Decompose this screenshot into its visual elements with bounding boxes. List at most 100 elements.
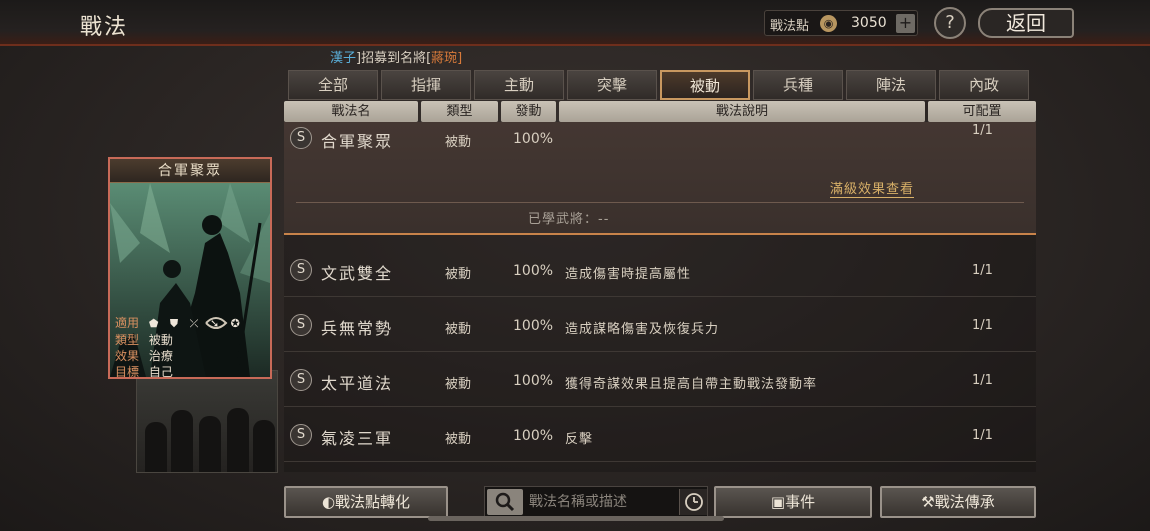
convert-points-button[interactable]: ◐戰法點轉化	[284, 486, 448, 518]
tactic-name: 太平道法	[321, 374, 394, 393]
tactic-rate: 100%	[513, 318, 554, 334]
soldier-silhouette	[171, 410, 193, 472]
card-target-row: 目標 自己	[115, 364, 244, 379]
tactic-row[interactable]: S 太平道法 被動 100% 獲得奇謀效果且提高自帶主動戰法發動率 1/1	[284, 355, 1036, 407]
event-icon: ▣	[770, 493, 786, 511]
tactic-type: 被動	[445, 135, 472, 150]
tactic-type: 被動	[445, 267, 472, 282]
tactic-slots: 1/1	[972, 123, 993, 138]
troop-type-icons: ⬟ ⛊ ⤫ ➘ ✪	[148, 317, 244, 330]
tab-domestic[interactable]: 內政	[939, 70, 1029, 100]
search-bar	[484, 486, 708, 518]
scroll-indicator[interactable]	[428, 516, 724, 521]
tactic-slots: 1/1	[972, 318, 993, 333]
clock-icon	[685, 493, 703, 511]
grade-badge: S	[290, 424, 312, 446]
grade-badge: S	[290, 369, 312, 391]
expanded-tactic-row[interactable]: S 合軍聚眾 被動 100% 1/1 滿級效果查看 已學武將：--	[284, 122, 1036, 235]
tactic-type: 被動	[445, 432, 472, 447]
back-button[interactable]: 返回	[978, 8, 1074, 38]
convert-label: 戰法點轉化	[335, 493, 411, 511]
tactic-description: 造成謀略傷害及恢復兵力	[565, 322, 720, 337]
tab-assault[interactable]: 突擊	[567, 70, 657, 100]
card-type-row: 類型 被動	[115, 332, 244, 348]
tactic-rate: 100%	[513, 131, 554, 147]
inherit-button[interactable]: ⚒戰法傳承	[880, 486, 1036, 518]
column-header-rate[interactable]: 發動	[501, 101, 556, 122]
type-label: 類型	[115, 333, 140, 347]
soldier-silhouette	[145, 422, 167, 472]
grade-badge: S	[290, 314, 312, 336]
background-card	[136, 370, 278, 473]
full-effect-link[interactable]: 滿級效果查看	[830, 178, 915, 198]
tactic-points-box: 戰法點 ◉ 3050 +	[764, 10, 918, 36]
announcement-text: ]招募到名將[	[356, 51, 432, 66]
page-title: 戰法	[80, 15, 129, 40]
grade-badge: S	[290, 127, 312, 149]
tactic-rate: 100%	[513, 373, 554, 389]
tactic-points-label: 戰法點	[770, 19, 810, 34]
learned-generals: 已學武將：--	[528, 212, 610, 227]
tactic-points-value: 3050	[851, 15, 887, 31]
tactic-rate: 100%	[513, 263, 554, 279]
tactic-name: 兵無常勢	[321, 319, 394, 338]
event-button[interactable]: ▣事件	[714, 486, 872, 518]
tactic-name: 合軍聚眾	[321, 132, 394, 151]
add-points-button[interactable]: +	[896, 14, 915, 33]
tactic-slots: 1/1	[972, 263, 993, 278]
tactic-row[interactable]: S 文武雙全 被動 100% 造成傷害時提高屬性 1/1	[284, 245, 1036, 297]
target-label: 目標	[115, 365, 140, 379]
announcement-player: 漢子	[330, 51, 357, 66]
soldier-silhouette	[227, 408, 249, 472]
column-header-type[interactable]: 類型	[421, 101, 498, 122]
tactic-name: 文武雙全	[321, 264, 394, 283]
tactic-name: 氣凌三軍	[321, 429, 394, 448]
tactics-list: S 合軍聚眾 被動 100% 1/1 滿級效果查看 已學武將：-- S 文武雙全…	[284, 122, 1036, 472]
tab-active[interactable]: 主動	[474, 70, 564, 100]
column-header-name[interactable]: 戰法名	[284, 101, 418, 122]
column-header-description: 戰法說明	[559, 101, 925, 122]
tab-all[interactable]: 全部	[288, 70, 378, 100]
tactic-row[interactable]: S 兵無常勢 被動 100% 造成謀略傷害及恢復兵力 1/1	[284, 300, 1036, 352]
announcement-ticker: 漢子]招募到名將[蔣琬]	[330, 47, 462, 66]
event-label: 事件	[785, 493, 816, 511]
tab-command[interactable]: 指揮	[381, 70, 471, 100]
tactic-slots: 1/1	[972, 428, 993, 443]
history-button[interactable]	[679, 489, 707, 515]
effect-label: 效果	[115, 349, 140, 363]
top-bar: 戰法 戰法點 ◉ 3050 + ? 返回	[0, 0, 1150, 46]
announcement-general: 蔣琬]	[431, 51, 463, 66]
soldier-silhouette	[253, 420, 275, 472]
tactic-type: 被動	[445, 322, 472, 337]
search-input[interactable]	[529, 491, 669, 513]
tactic-description: 造成傷害時提高屬性	[565, 267, 692, 282]
card-title: 合軍聚眾	[110, 159, 270, 183]
tactic-description: 獲得奇謀效果且提高自帶主動戰法發動率	[565, 377, 818, 392]
effect-value: 治療	[148, 349, 173, 363]
card-effect-row: 效果 治療	[115, 348, 244, 364]
tactic-description: 反擊	[565, 432, 594, 447]
tab-passive[interactable]: 被動	[660, 70, 750, 100]
tab-formation[interactable]: 陣法	[846, 70, 936, 100]
hammer-icon: ⚒	[921, 493, 935, 511]
tactic-card[interactable]: 合軍聚眾 適用 ⬟ ⛊ ⤫ ➘ ✪ 類型 被動 效果 治療 目標 自己	[108, 157, 272, 379]
card-apply-row: 適用 ⬟ ⛊ ⤫ ➘ ✪	[115, 315, 244, 332]
tab-troop[interactable]: 兵種	[753, 70, 843, 100]
tactic-type: 被動	[445, 377, 472, 392]
convert-icon: ◐	[321, 493, 336, 511]
soldier-silhouette	[199, 416, 221, 472]
type-value: 被動	[148, 333, 173, 347]
card-info: 適用 ⬟ ⛊ ⤫ ➘ ✪ 類型 被動 效果 治療 目標 自己	[115, 315, 244, 379]
help-button[interactable]: ?	[934, 7, 966, 39]
inherit-label: 戰法傳承	[934, 493, 995, 511]
tactic-slots: 1/1	[972, 373, 993, 388]
grade-badge: S	[290, 259, 312, 281]
search-icon	[495, 492, 515, 512]
column-header-slots[interactable]: 可配置	[928, 101, 1036, 122]
search-button[interactable]	[487, 489, 523, 515]
target-value: 自己	[148, 365, 173, 379]
divider	[296, 202, 1024, 203]
apply-label: 適用	[115, 316, 140, 330]
tactic-row[interactable]: S 氣凌三軍 被動 100% 反擊 1/1	[284, 410, 1036, 462]
tactic-rate: 100%	[513, 428, 554, 444]
